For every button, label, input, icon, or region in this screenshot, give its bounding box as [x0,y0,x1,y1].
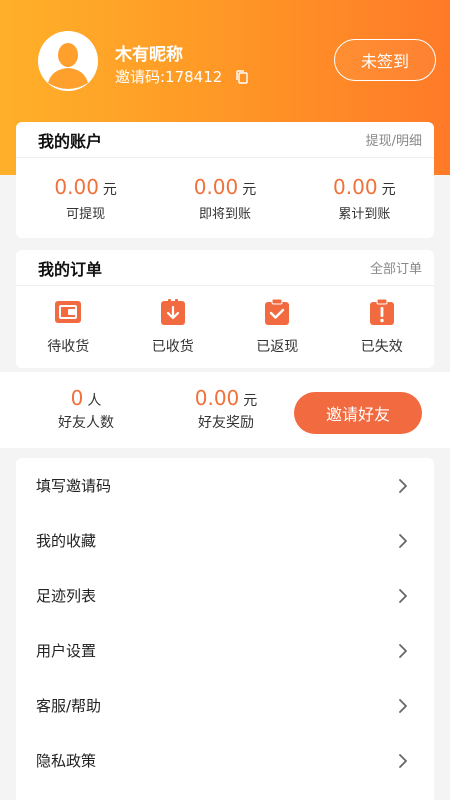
account-card: 我的账户 提现/明细 0.00 元 可提现 0.00 元 即将到账 0.00 元 累计… [16,122,434,238]
nickname: 木有昵称 [115,45,183,65]
invite-code-text: 邀请码:178412 [115,68,223,86]
withdraw-details-link[interactable]: 提现/明细 [366,130,422,149]
menu-item-label: 隐私政策 [36,752,97,770]
amount-value: 0.00 [54,174,99,199]
account-title: 我的账户 [38,131,103,151]
wallet-icon [55,301,82,323]
alert-icon [369,298,394,325]
chevron-right-icon [399,643,407,658]
account-card-header: 我的账户 提现/明细 [16,122,434,158]
order-tab-label: 已失效 [360,339,403,355]
friend-reward-value: 0.00 [194,386,240,410]
account-pending[interactable]: 0.00 元 即将到账 [155,158,294,238]
download-icon [160,299,185,325]
invite-friends-button[interactable]: 邀请好友 [294,392,422,434]
orders-card-header: 我的订单 全部订单 [16,250,434,286]
amount-value: 0.00 [193,174,239,199]
friend-count: 0人 好友人数 [40,386,132,432]
friend-reward-unit: 元 [243,393,258,409]
copy-icon[interactable] [234,69,250,85]
order-tab-label: 待收货 [47,339,90,355]
menu-item-label: 用户设置 [36,642,97,660]
all-orders-link[interactable]: 全部订单 [370,258,422,277]
chevron-right-icon [399,478,407,493]
check-clipboard-icon [265,298,290,325]
account-withdrawable[interactable]: 0.00 元 可提现 [16,158,155,238]
amount-label: 可提现 [66,206,106,222]
amount-unit: 元 [102,181,117,198]
chevron-right-icon [399,698,407,713]
order-tab-label: 已返现 [256,339,299,355]
amount-unit: 元 [242,181,257,198]
menu-item-history[interactable]: 足迹列表 [16,568,434,623]
chevron-right-icon [399,753,407,768]
invite-code-row: 邀请码:178412 [115,66,250,87]
order-tab-invalid[interactable]: 已失效 [330,286,435,368]
order-tab-label: 已收货 [151,339,194,355]
menu-item-enter-invite-code[interactable]: 填写邀请码 [16,458,434,513]
orders-card: 我的订单 全部订单 待收货 已收货 已返现 已失效 [16,250,434,368]
friend-count-unit: 人 [87,393,102,409]
menu-item-support-help[interactable]: 客服/帮助 [16,678,434,733]
order-tab-received[interactable]: 已收货 [121,286,226,368]
signin-button[interactable]: 未签到 [334,39,436,81]
amount-unit: 元 [381,181,396,198]
menu-item-label: 填写邀请码 [36,477,112,495]
settings-menu: 填写邀请码 我的收藏 足迹列表 用户设置 客服/帮助 隐私政策 [16,458,434,800]
menu-item-privacy-policy[interactable]: 隐私政策 [16,733,434,788]
amount-label: 即将到账 [198,206,251,222]
user-silhouette-icon [41,34,95,89]
chevron-right-icon [399,588,407,603]
friend-reward: 0.00 元 好友奖励 [176,386,276,432]
chevron-right-icon [399,533,407,548]
friend-count-value: 0 [70,386,84,410]
menu-item-label: 我的收藏 [36,532,97,550]
friend-count-label: 好友人数 [58,415,114,431]
menu-item-label: 足迹列表 [36,587,97,605]
order-tab-pending-receipt[interactable]: 待收货 [16,286,121,368]
menu-item-user-settings[interactable]: 用户设置 [16,623,434,678]
account-total[interactable]: 0.00 元 累计到账 [295,158,434,238]
menu-item-label: 客服/帮助 [36,697,102,715]
order-tab-cashback[interactable]: 已返现 [225,286,330,368]
friends-panel: 0人 好友人数 0.00 元 好友奖励 邀请好友 [0,372,450,448]
amount-value: 0.00 [333,174,378,199]
menu-item-favorites[interactable]: 我的收藏 [16,513,434,568]
avatar[interactable] [38,31,98,91]
amount-label: 累计到账 [338,206,391,222]
orders-title: 我的订单 [38,259,103,279]
friend-reward-label: 好友奖励 [198,415,254,431]
